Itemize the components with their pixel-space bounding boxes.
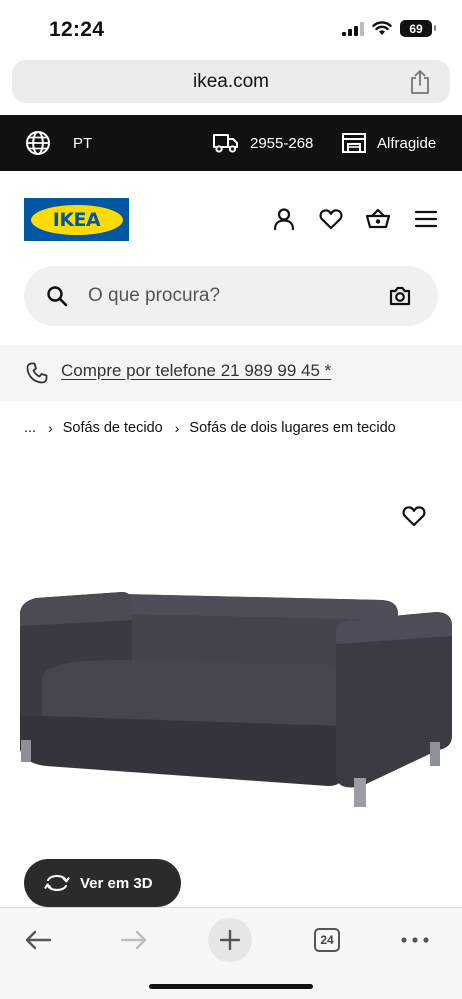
globe-icon: [26, 131, 50, 155]
tab-count: 24: [314, 928, 340, 952]
home-indicator: [149, 984, 313, 989]
status-icons: 69: [342, 20, 436, 37]
plus-icon: [219, 929, 241, 951]
rotate-3d-icon: [44, 875, 70, 891]
search-bar[interactable]: [24, 266, 438, 326]
back-arrow-icon: [25, 930, 52, 950]
wifi-icon: [372, 21, 392, 35]
search-input[interactable]: [88, 266, 368, 326]
forward-arrow-icon: [120, 930, 147, 950]
breadcrumb: ... › Sofás de tecido › Sofás de dois lu…: [24, 420, 396, 436]
status-bar: 12:24 69: [0, 0, 462, 56]
language-label: PT: [73, 134, 93, 152]
view-in-3d-button[interactable]: Ver em 3D: [24, 859, 181, 907]
ikea-logo[interactable]: IKEA: [24, 198, 129, 241]
camera-icon[interactable]: [388, 284, 412, 308]
delivery-postcode-label: 2955-268: [250, 134, 314, 152]
signal-icon: [342, 21, 364, 36]
battery-indicator: 69: [400, 20, 436, 37]
tabs-button[interactable]: 24: [313, 918, 341, 962]
new-tab-button[interactable]: [208, 918, 252, 962]
account-icon[interactable]: [271, 206, 297, 232]
search-icon[interactable]: [46, 285, 68, 307]
back-button[interactable]: [22, 918, 54, 962]
phone-icon: [26, 362, 48, 384]
store-selector[interactable]: Alfragide: [341, 115, 436, 171]
share-icon[interactable]: [408, 69, 432, 95]
store-label: Alfragide: [377, 134, 437, 152]
plus-circle: [208, 918, 252, 962]
store-icon: [342, 133, 366, 153]
breadcrumb-item-two-seat-fabric-sofas[interactable]: Sofás de dois lugares em tecido: [189, 420, 395, 436]
status-time: 12:24: [49, 18, 105, 41]
phone-order-link[interactable]: Compre por telefone 21 989 99 45 *: [61, 361, 331, 381]
logo-text: IKEA: [52, 208, 101, 231]
menu-icon[interactable]: [413, 206, 439, 232]
phone-order-banner: Compre por telefone 21 989 99 45 *: [0, 345, 462, 401]
url-text[interactable]: ikea.com: [12, 71, 450, 93]
view-in-3d-label: Ver em 3D: [80, 874, 153, 892]
more-options-button[interactable]: [400, 918, 430, 962]
basket-icon[interactable]: [365, 206, 391, 232]
top-info-bar: PT 2955-268 Alfragide: [0, 115, 462, 171]
more-icon: [401, 937, 429, 943]
forward-button[interactable]: [118, 918, 150, 962]
breadcrumb-item-fabric-sofas[interactable]: Sofás de tecido: [63, 420, 163, 436]
chevron-right-icon: ›: [48, 420, 53, 436]
heart-icon[interactable]: [318, 206, 344, 232]
logo-oval: IKEA: [30, 204, 123, 235]
product-image-sofa[interactable]: [6, 580, 458, 812]
delivery-postcode[interactable]: 2955-268: [212, 115, 313, 171]
breadcrumb-ellipsis[interactable]: ...: [24, 420, 36, 436]
language-selector[interactable]: PT: [25, 115, 92, 171]
chevron-right-icon: ›: [174, 420, 180, 436]
address-bar[interactable]: ikea.com: [12, 60, 450, 103]
truck-icon: [213, 134, 238, 153]
add-to-favourites-heart-icon[interactable]: [401, 503, 427, 529]
